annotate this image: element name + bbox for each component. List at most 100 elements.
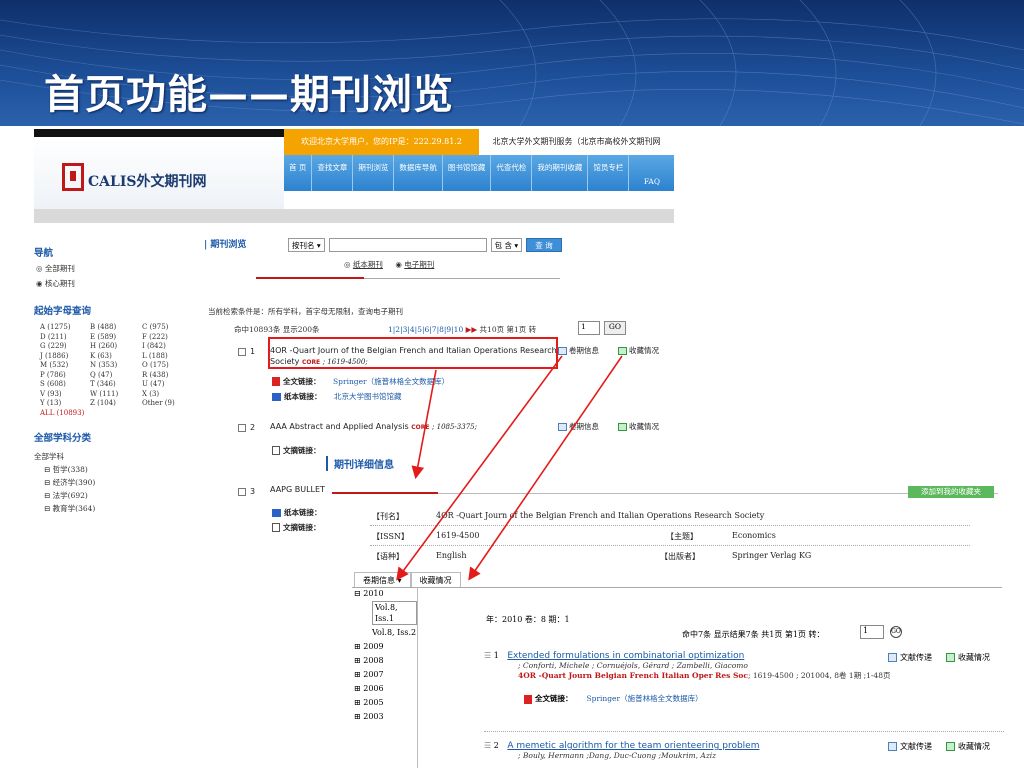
record-checkbox[interactable] (238, 347, 246, 356)
article-title[interactable]: A memetic algorithm for the team oriente… (507, 741, 759, 751)
record-issn: ; 1085-3375; (432, 423, 477, 431)
record-title[interactable]: AAPG BULLET (270, 485, 325, 494)
holdings-button[interactable]: 收藏情况 (946, 741, 990, 752)
holdings-icon (618, 347, 627, 355)
letter-link[interactable]: F (222) (142, 333, 194, 343)
letter-link[interactable]: U (47) (142, 380, 194, 390)
subject-item[interactable]: ⊟ 哲学(338) (34, 463, 204, 476)
nav-librarian[interactable]: 馆员专栏 (588, 155, 630, 191)
subject-label: 哲学(338) (52, 465, 88, 474)
record-checkbox[interactable] (238, 487, 246, 496)
search-input[interactable] (328, 238, 487, 252)
article-jump-input[interactable]: 1 (860, 625, 884, 639)
type-electronic[interactable]: 电子期刊 (404, 260, 434, 269)
letter-link[interactable]: G (229) (40, 342, 90, 352)
subject-item[interactable]: ⊟ 教育学(364) (34, 502, 204, 515)
tree-volume[interactable]: Vol.8, Iss.2 (354, 626, 417, 640)
radio-all-journals[interactable]: ◎ 全部期刊 (36, 263, 204, 274)
letter-link[interactable]: Y (13) (40, 399, 90, 409)
volume-info-button[interactable]: 卷期信息 (558, 345, 599, 356)
nav-my-favorites[interactable]: 我的期刊收藏 (532, 155, 589, 191)
letter-link[interactable]: S (608) (40, 380, 90, 390)
record-title[interactable]: AAA Abstract and Applied Analysis (270, 422, 409, 431)
tree-year[interactable]: ⊞ 2009 (354, 640, 417, 654)
letter-link[interactable]: Other (9) (142, 399, 194, 409)
type-paper[interactable]: 纸本期刊 (353, 260, 383, 269)
letter-link[interactable]: L (188) (142, 352, 194, 362)
letter-link[interactable]: K (63) (90, 352, 142, 362)
meta-publisher-value: Springer Verlag KG (732, 551, 812, 560)
record-checkbox[interactable] (238, 423, 246, 432)
letter-link[interactable]: Q (47) (90, 371, 142, 381)
tree-year[interactable]: ⊞ 2006 (354, 682, 417, 696)
tree-year[interactable]: ⊞ 2007 (354, 668, 417, 682)
tree-year[interactable]: ⊞ 2008 (354, 654, 417, 668)
fulltext-link[interactable]: Springer（施普林格全文数据库） (587, 694, 703, 703)
holdings-button[interactable]: 收藏情况 (618, 345, 659, 356)
letter-link[interactable]: C (975) (142, 323, 194, 333)
tree-year[interactable]: ⊟ 2010 (354, 587, 417, 601)
jump-page-input[interactable]: 1 (578, 321, 600, 335)
tab-holdings[interactable]: 收藏情况 (410, 572, 461, 588)
nav-faq[interactable]: FAQ (644, 177, 660, 186)
field-select[interactable]: 按刊名 ▾ (288, 238, 325, 252)
go-icon[interactable]: GO (890, 626, 902, 638)
letter-link[interactable]: H (260) (90, 342, 142, 352)
letter-link[interactable]: V (93) (40, 390, 90, 400)
letter-grid: A (1275) B (488) C (975) D (211) E (589) F (2… (40, 323, 204, 409)
letter-link[interactable]: R (438) (142, 371, 194, 381)
letter-link[interactable]: E (589) (90, 333, 142, 343)
doc-delivery-label: 文献传递 (900, 653, 932, 662)
letter-link[interactable]: T (346) (90, 380, 142, 390)
go-button[interactable]: GO (604, 321, 626, 335)
letter-link[interactable]: D (211) (40, 333, 90, 343)
logo-area[interactable]: CALIS外文期刊网 (34, 137, 284, 209)
letter-all[interactable]: ALL (10893) (40, 409, 90, 419)
nav-home[interactable]: 首 页 (284, 155, 313, 191)
article-checkbox[interactable]: ☰ (484, 651, 491, 660)
add-favorite-button[interactable]: 添加到我的收藏夹 (908, 486, 994, 498)
radio-core-journals[interactable]: ◉ 核心期刊 (36, 278, 204, 289)
nav-browse[interactable]: 期刊浏览 (353, 155, 395, 191)
volume-info-icon (558, 347, 567, 355)
letter-link[interactable]: N (353) (90, 361, 142, 371)
tree-year[interactable]: ⊞ 2003 (354, 710, 417, 724)
letter-link[interactable]: M (532) (40, 361, 90, 371)
article-checkbox[interactable]: ☰ (484, 741, 491, 750)
nav-proxy[interactable]: 代查代检 (491, 155, 533, 191)
volume-info-button[interactable]: 卷期信息 (558, 421, 599, 432)
tree-year[interactable]: ⊞ 2005 (354, 696, 417, 710)
letter-link[interactable]: B (488) (90, 323, 142, 333)
letter-link[interactable]: I (842) (142, 342, 194, 352)
subject-item[interactable]: ⊟ 法学(692) (34, 489, 204, 502)
nav-database[interactable]: 数据库导航 (394, 155, 443, 191)
meta-issn-value: 1619-4500 (436, 531, 480, 540)
holdings-button[interactable]: 收藏情况 (946, 652, 990, 663)
holdings-button[interactable]: 收藏情况 (618, 421, 659, 432)
paper-link[interactable]: 北京大学图书馆馆藏 (334, 392, 402, 401)
letter-link[interactable]: A (1275) (40, 323, 90, 333)
op-select-value: 包 含 (494, 241, 513, 250)
nav-holdings[interactable]: 图书馆馆藏 (443, 155, 492, 191)
subject-root[interactable]: 全部学科 (34, 450, 204, 463)
letter-link[interactable]: W (111) (90, 390, 142, 400)
op-select[interactable]: 包 含 ▾ (490, 238, 523, 252)
next-page-icon[interactable]: ▶▶ (466, 325, 480, 334)
subject-heading: 全部学科分类 (34, 433, 92, 444)
letter-link[interactable]: J (1886) (40, 352, 90, 362)
tree-volume[interactable]: Vol.8, Iss.1 (354, 601, 417, 626)
letter-link[interactable]: O (175) (142, 361, 194, 371)
doc-delivery-button[interactable]: 文献传递 (888, 741, 932, 752)
tab-volume-info[interactable]: 卷期信息 ▾ (354, 572, 411, 588)
article-title[interactable]: Extended formulations in combinatorial o… (507, 651, 744, 661)
letter-link[interactable]: Z (104) (90, 399, 142, 409)
doc-delivery-button[interactable]: 文献传递 (888, 652, 932, 663)
page-links[interactable]: 1|2|3|4|5|6|7|8|9|10 (388, 325, 463, 334)
nav-find-article[interactable]: 查找文章 (312, 155, 354, 191)
letter-link[interactable]: X (3) (142, 390, 194, 400)
fulltext-link[interactable]: Springer（施普林格全文数据库） (333, 377, 449, 386)
journal-record: 3 AAPG BULLET (238, 485, 325, 496)
subject-item[interactable]: ⊟ 经济学(390) (34, 476, 204, 489)
letter-link[interactable]: P (786) (40, 371, 90, 381)
search-button[interactable]: 查 询 (526, 238, 562, 252)
